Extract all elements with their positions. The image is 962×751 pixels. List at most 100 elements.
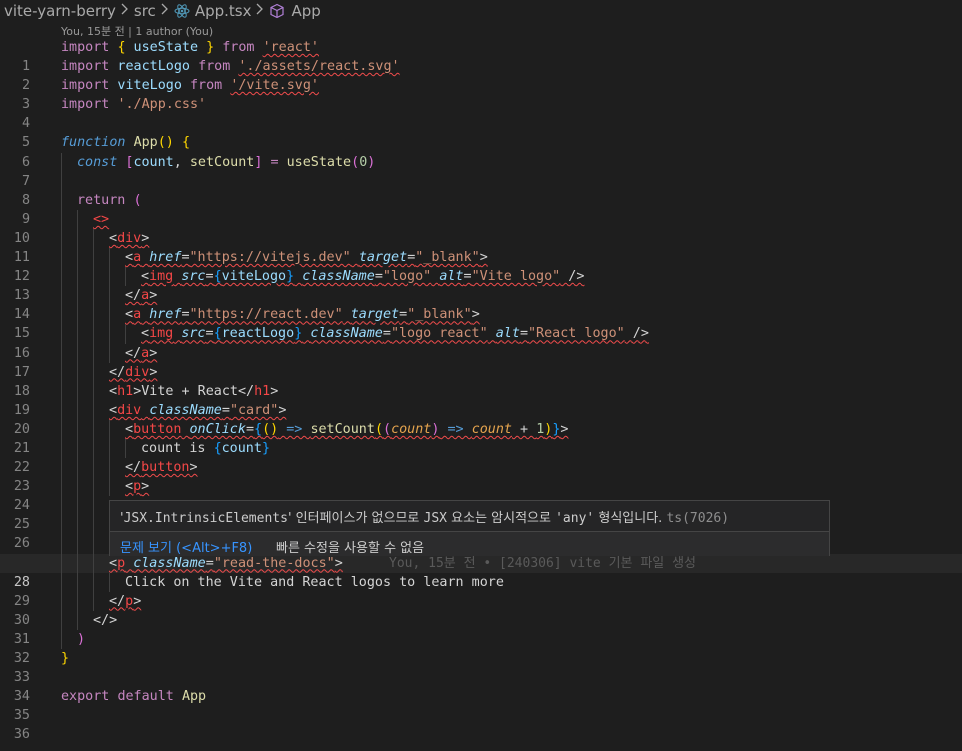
code-text: <> <box>93 211 110 227</box>
indent-guide <box>61 400 62 420</box>
indent-guide <box>77 438 78 459</box>
code-line: 13 <img src={viteLogo} className="logo" … <box>0 267 962 303</box>
indent-guide <box>77 591 78 611</box>
indent-guide <box>93 438 94 459</box>
code-line: 16 <img src={reactLogo} className="logo … <box>0 324 962 361</box>
code-text: </a> <box>125 345 158 361</box>
code-text: return ( <box>77 192 142 208</box>
breadcrumb-project[interactable]: vite-yarn-berry <box>4 2 116 20</box>
code-text: <img src={viteLogo} className="logo" alt… <box>141 269 585 285</box>
chevron-right-icon <box>161 3 169 19</box>
code-text: <a href="https://vitejs.dev" target="_bl… <box>125 250 488 266</box>
code-line: 31 </> <box>0 610 962 647</box>
code-line: 35 export default App <box>0 687 962 723</box>
indent-guide <box>61 324 62 344</box>
indent-guide <box>61 572 62 592</box>
indent-guide <box>61 515 62 535</box>
code-text: Click on the Vite and React logos to lea… <box>125 574 504 590</box>
code-text: </> <box>93 612 118 628</box>
code-text: <button onClick={() => setCount((count) … <box>125 421 569 437</box>
indent-guide <box>77 572 78 592</box>
indent-guide <box>61 610 62 630</box>
breadcrumb-file-label: App.tsx <box>194 2 252 20</box>
git-blame-annotation[interactable]: You, 15분 전 • [240306] vite 기본 파일 생성 <box>389 554 696 573</box>
indent-guide <box>61 267 62 287</box>
chevron-right-icon <box>256 3 264 19</box>
code-text: <p className="read-the-docs"> <box>109 555 343 571</box>
indent-guide <box>109 248 110 268</box>
code-line: 20 <div className="card"> <box>0 400 962 437</box>
indent-guide <box>109 477 110 497</box>
indent-guide <box>77 362 78 382</box>
indent-guide <box>61 381 62 401</box>
indent-guide <box>93 477 94 497</box>
indent-guide <box>77 209 78 229</box>
code-line: 8 <box>0 171 962 208</box>
code-text: <img src={reactLogo} className="logo rea… <box>141 326 649 342</box>
code-text: <div className="card"> <box>109 402 287 418</box>
indent-guide <box>77 267 78 287</box>
code-editor[interactable]: 1 import { useState } from 'react' 2 imp… <box>0 38 962 742</box>
code-text: export default App <box>61 689 207 705</box>
indent-guide <box>77 305 78 325</box>
indent-guide <box>77 515 78 535</box>
indent-guide <box>93 228 94 249</box>
breadcrumb-folder[interactable]: src <box>134 2 156 20</box>
code-text: <a href="https://react.dev" target="_bla… <box>125 307 480 323</box>
indent-guide <box>109 458 110 478</box>
breadcrumb-symbol-label: App <box>291 2 321 20</box>
view-problem-link[interactable]: 문제 보기 (<Alt>+F8) <box>120 537 252 556</box>
diagnostic-code: ts(7026) <box>666 511 730 526</box>
code-text: <div> <box>109 230 150 246</box>
code-text: import { useState } from 'react' <box>61 40 319 55</box>
indent-guide <box>77 381 78 401</box>
code-text: const [count, setCount] = useState(0) <box>77 154 376 170</box>
indent-guide <box>109 419 110 439</box>
indent-guide <box>93 553 94 573</box>
indent-guide <box>125 324 126 344</box>
indent-guide <box>93 591 94 611</box>
indent-guide <box>109 438 110 459</box>
diagnostic-message: 'JSX.IntrinsicElements' 인터페이스가 없으므로 JSX … <box>120 511 730 526</box>
code-line: 14 </a> <box>0 286 962 322</box>
code-text: <h1>Vite + React</h1> <box>109 383 279 399</box>
indent-guide <box>93 534 94 554</box>
indent-guide <box>109 324 110 344</box>
code-line: 7 const [count, setCount] = useState(0) <box>0 152 962 189</box>
code-line: 2 import reactLogo from './assets/react.… <box>0 57 962 93</box>
indent-guide <box>125 267 126 287</box>
indent-guide <box>109 572 110 592</box>
code-line: 33 } <box>0 649 962 685</box>
indent-guide <box>61 286 62 306</box>
diagnostic-hover-widget[interactable]: 'JSX.IntrinsicElements' 인터페이스가 없으므로 JSX … <box>109 500 830 556</box>
code-line: 9 return ( <box>0 190 962 227</box>
code-line: 11 <div> <box>0 228 962 265</box>
breadcrumb-file[interactable]: App.tsx <box>174 2 252 20</box>
indent-guide <box>77 534 78 554</box>
code-line: 12 <a href="https://vitejs.dev" target="… <box>0 248 962 284</box>
code-text: } <box>61 651 70 666</box>
indent-guide <box>93 362 94 382</box>
code-line: 36 <box>0 706 962 742</box>
indent-guide <box>93 381 94 401</box>
indent-guide <box>77 496 78 516</box>
indent-guide <box>125 438 126 459</box>
codelens-author[interactable]: You, 15분 전 | 1 author (You) <box>61 23 213 39</box>
code-line: 18 </div> <box>0 362 962 399</box>
code-text: ) <box>77 631 86 647</box>
code-line: 22 count is {count} <box>0 438 962 475</box>
code-line: 17 </a> <box>0 343 962 380</box>
indent-guide <box>93 286 94 306</box>
code-text: import viteLogo from '/vite.svg' <box>61 78 319 94</box>
code-line: 21 <button onClick={() => setCount((coun… <box>0 419 962 456</box>
indent-guide <box>93 248 94 268</box>
code-line: 3 import viteLogo from '/vite.svg' <box>0 76 962 112</box>
indent-guide <box>61 534 62 554</box>
indent-guide <box>61 248 62 268</box>
breadcrumb-symbol[interactable]: App <box>269 2 321 20</box>
code-text: </a> <box>125 288 158 304</box>
indent-guide <box>93 305 94 325</box>
code-text: </button> <box>125 460 198 476</box>
indent-guide <box>77 343 78 363</box>
code-line: 5 <box>0 114 962 150</box>
